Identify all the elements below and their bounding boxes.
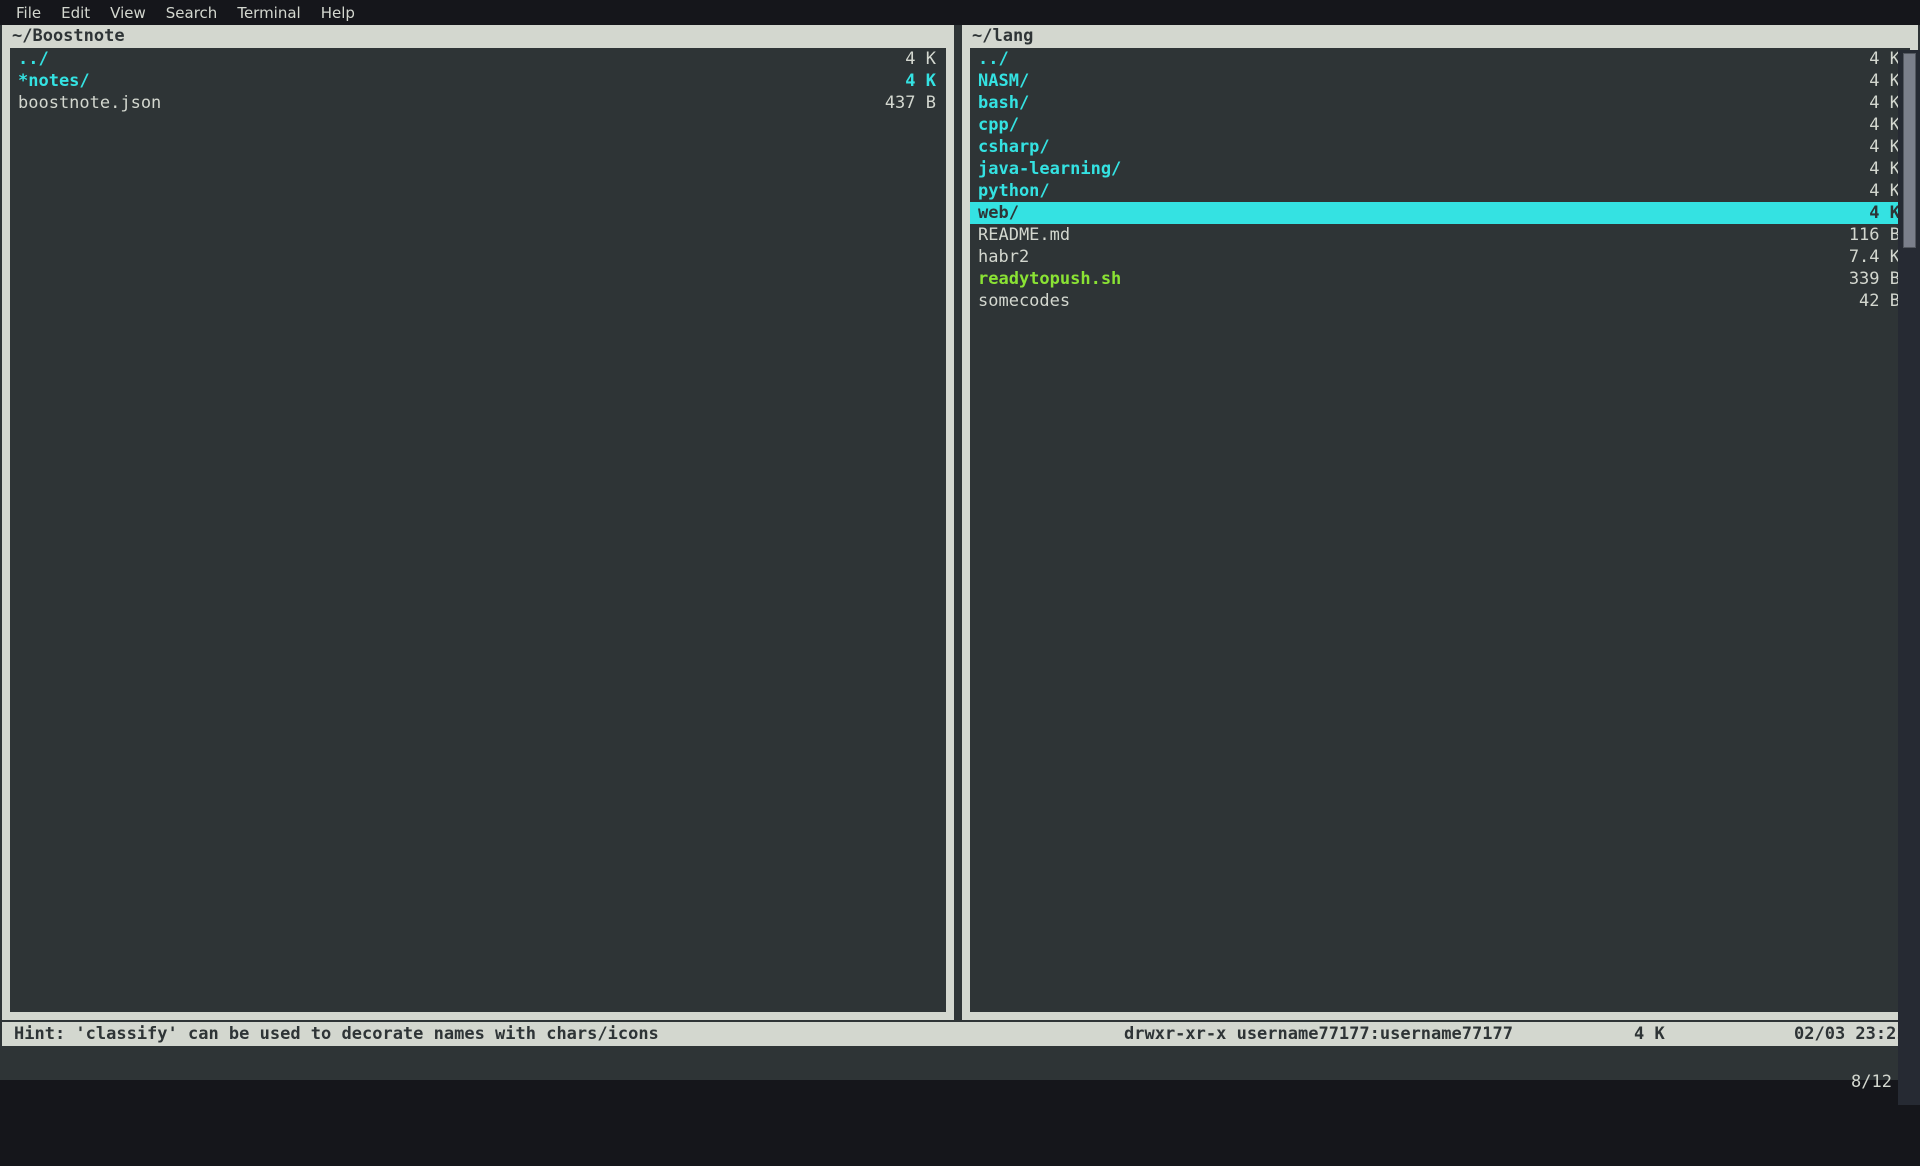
file-name: *notes/	[10, 70, 840, 92]
file-size-value: 116 B	[1804, 224, 1910, 246]
file-row[interactable]: README.md116 B	[970, 224, 1910, 246]
window-scrollbar-thumb[interactable]	[1903, 53, 1916, 248]
file-name: boostnote.json	[10, 92, 840, 114]
right-panel-path: ~/lang	[972, 26, 1033, 47]
file-size: 4 K	[1634, 1022, 1665, 1046]
file-row[interactable]: csharp/4 K	[970, 136, 1910, 158]
menu-item-file[interactable]: File	[6, 2, 51, 24]
right-file-panel[interactable]: ~/lang ../4 KNASM/4 Kbash/4 Kcpp/4 Kcsha…	[962, 25, 1918, 1020]
file-name: ../	[970, 48, 1804, 70]
file-row[interactable]: bash/4 K	[970, 92, 1910, 114]
file-size-value: 4 K	[1804, 114, 1910, 136]
file-row[interactable]: readytopush.sh339 B	[970, 268, 1910, 290]
file-size-value: 4 K	[1804, 202, 1910, 224]
file-name: README.md	[970, 224, 1804, 246]
hint-text: Hint: 'classify' can be used to decorate…	[14, 1022, 659, 1046]
file-row[interactable]: somecodes42 B	[970, 290, 1910, 312]
status-line: 8/12	[0, 1046, 1900, 1070]
left-panel-path: ~/Boostnote	[12, 26, 125, 47]
menu-item-help[interactable]: Help	[311, 2, 365, 24]
menu-item-edit[interactable]: Edit	[51, 2, 100, 24]
file-size-value: 437 B	[840, 92, 946, 114]
hint-bar: Hint: 'classify' can be used to decorate…	[2, 1022, 1918, 1046]
file-row[interactable]: web/4 K	[970, 202, 1910, 224]
left-panel-listing[interactable]: ../4 K*notes/4 Kboostnote.json437 B	[10, 48, 946, 1012]
file-size-value: 339 B	[1804, 268, 1910, 290]
file-row[interactable]: java-learning/4 K	[970, 158, 1910, 180]
file-row[interactable]: habr27.4 K	[970, 246, 1910, 268]
file-size-value: 4 K	[840, 48, 946, 70]
file-size-value: 4 K	[1804, 92, 1910, 114]
file-name: NASM/	[970, 70, 1804, 92]
item-counter: 8/12	[1851, 1072, 1892, 1092]
file-name: python/	[970, 180, 1804, 202]
file-name: somecodes	[970, 290, 1804, 312]
file-name: java-learning/	[970, 158, 1804, 180]
file-name: habr2	[970, 246, 1804, 268]
file-size-value: 4 K	[1804, 180, 1910, 202]
file-row[interactable]: *notes/4 K	[10, 70, 946, 92]
menu-item-search[interactable]: Search	[156, 2, 228, 24]
file-row[interactable]: boostnote.json437 B	[10, 92, 946, 114]
file-datetime: 02/03 23:21	[1794, 1022, 1907, 1046]
file-size-value: 42 B	[1804, 290, 1910, 312]
menu-item-view[interactable]: View	[100, 2, 156, 24]
left-file-panel[interactable]: ~/Boostnote ../4 K*notes/4 Kboostnote.js…	[2, 25, 954, 1020]
file-row[interactable]: NASM/4 K	[970, 70, 1910, 92]
file-permissions: drwxr-xr-x username77177:username77177	[1124, 1022, 1513, 1046]
file-row[interactable]: ../4 K	[970, 48, 1910, 70]
file-size-value: 4 K	[1804, 136, 1910, 158]
file-name: bash/	[970, 92, 1804, 114]
file-row[interactable]: ../4 K	[10, 48, 946, 70]
file-size-value: 4 K	[1804, 158, 1910, 180]
right-panel-listing[interactable]: ../4 KNASM/4 Kbash/4 Kcpp/4 Kcsharp/4 Kj…	[970, 48, 1910, 1012]
menu-item-terminal[interactable]: Terminal	[227, 2, 310, 24]
file-name: ../	[10, 48, 840, 70]
file-size-value: 7.4 K	[1804, 246, 1910, 268]
file-size-value: 4 K	[1804, 70, 1910, 92]
file-name: csharp/	[970, 136, 1804, 158]
file-name: web/	[970, 202, 1804, 224]
file-name: cpp/	[970, 114, 1804, 136]
file-size-value: 4 K	[840, 70, 946, 92]
file-size-value: 4 K	[1804, 48, 1910, 70]
terminal-screen: ~/Boostnote ../4 K*notes/4 Kboostnote.js…	[0, 25, 1920, 1080]
file-row[interactable]: python/4 K	[970, 180, 1910, 202]
menu-bar: File Edit View Search Terminal Help	[0, 0, 1920, 25]
file-name: readytopush.sh	[970, 268, 1804, 290]
file-row[interactable]: cpp/4 K	[970, 114, 1910, 136]
